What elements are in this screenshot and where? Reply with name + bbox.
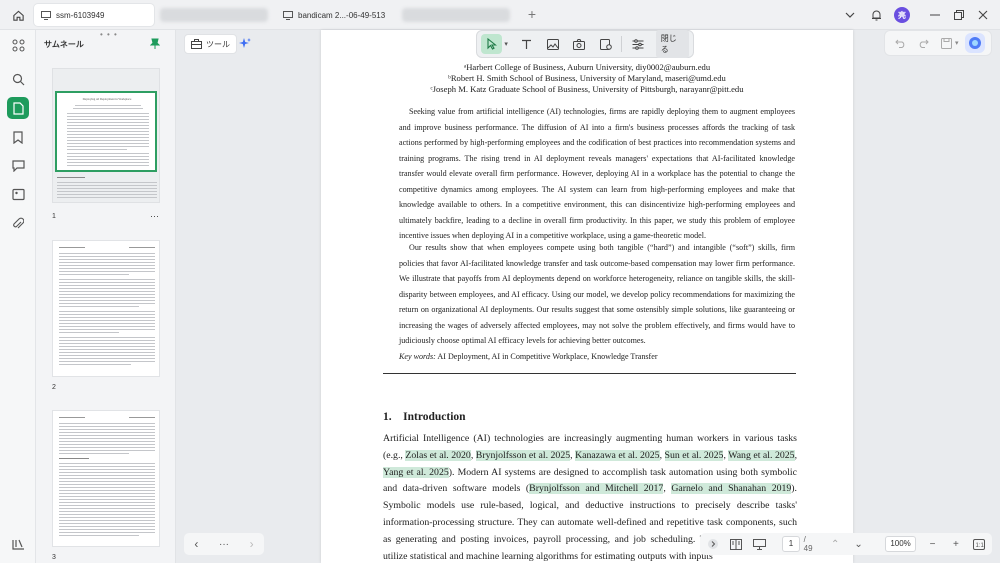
redacted-tab xyxy=(402,8,510,22)
zoom-level[interactable]: 100% xyxy=(885,536,916,552)
settings-sliders-icon[interactable] xyxy=(627,34,648,54)
thumbnail-page-3[interactable] xyxy=(52,410,160,547)
citation-link[interactable]: Yang et al. 2025 xyxy=(383,466,449,478)
new-tab-button[interactable]: + xyxy=(524,6,540,22)
minimize-icon[interactable] xyxy=(925,5,945,25)
save-icon[interactable] xyxy=(937,34,955,52)
citation-link[interactable]: Kanazawa et al. 2025 xyxy=(575,449,660,461)
annotation-toolbar: ▾ 閉じる xyxy=(476,30,694,58)
keywords: Key words: AI Deployment, AI in Competit… xyxy=(399,352,658,361)
thumbnail-page-2[interactable] xyxy=(52,240,160,377)
citation-link[interactable]: Sun et al. 2025 xyxy=(664,449,724,461)
chevron-down-icon[interactable]: ⌄ xyxy=(850,535,867,553)
play-icon[interactable] xyxy=(704,535,721,553)
bookmark-icon[interactable] xyxy=(7,126,29,148)
ai-sparkle-icon[interactable] xyxy=(235,34,255,54)
more-icon[interactable]: ··· xyxy=(219,539,229,550)
affiliation-line: ᵇRobert H. Smith School of Business, Uni… xyxy=(448,73,726,83)
document-page: ᵃHarbert College of Business, Auburn Uni… xyxy=(321,30,853,563)
intro-text: , xyxy=(659,449,665,461)
thumbnail-title: Deploying AI Deployment in Workplace xyxy=(82,97,132,101)
title-bar: ssm-6103949 bandicam 2...-06-49-513 + 亮 xyxy=(0,0,1000,30)
present-icon[interactable] xyxy=(751,535,768,553)
zoom-out-icon[interactable]: − xyxy=(924,535,941,553)
keywords-label: Key words: xyxy=(399,352,436,361)
text-tool-icon[interactable] xyxy=(516,34,537,54)
tab-label: bandicam 2...-06-49-513 xyxy=(298,10,386,20)
search-icon[interactable] xyxy=(7,68,29,90)
tab-document-1[interactable]: ssm-6103949 xyxy=(34,4,154,26)
affiliation-line: ᶜJoseph M. Katz Graduate School of Busin… xyxy=(430,84,744,94)
monitor-icon xyxy=(282,9,294,21)
thumbnail-page-1[interactable]: Deploying AI Deployment in Workplace xyxy=(52,68,160,203)
home-icon[interactable] xyxy=(8,5,28,25)
redacted-tab xyxy=(160,8,268,22)
page-indicator: 1 / 49 xyxy=(782,535,816,553)
chevron-down-icon[interactable] xyxy=(840,5,860,25)
zoom-in-icon[interactable]: + xyxy=(947,535,964,553)
actual-size-icon[interactable]: 1:1 xyxy=(971,535,988,553)
stamp-tool-icon[interactable] xyxy=(595,34,616,54)
undo-icon[interactable] xyxy=(891,34,909,52)
abstract-paragraph: Seeking value from artificial intelligen… xyxy=(399,107,795,240)
citation-link[interactable]: Garnelo and Shanahan 2019 xyxy=(671,483,792,495)
chevron-down-icon[interactable]: ▾ xyxy=(955,39,959,47)
restore-icon[interactable] xyxy=(949,5,969,25)
monitor-icon xyxy=(40,9,52,21)
tab-label: ssm-6103949 xyxy=(56,10,105,20)
tab-document-2[interactable]: bandicam 2...-06-49-513 xyxy=(276,4,396,26)
image-icon[interactable] xyxy=(7,183,29,205)
tools-label: ツール xyxy=(206,39,230,49)
panel-drag-handle[interactable]: • • • xyxy=(100,30,118,39)
svg-text:1:1: 1:1 xyxy=(976,543,985,549)
affiliation-line: ᵃHarbert College of Business, Auburn Uni… xyxy=(463,62,711,72)
intro-text: , xyxy=(794,449,798,461)
thumbnails-page-icon[interactable] xyxy=(7,97,29,119)
panel-title: サムネール xyxy=(44,40,84,49)
chevron-left-icon[interactable]: ‹ xyxy=(194,537,198,551)
citation-link[interactable]: Wang et al. 2025 xyxy=(728,449,795,461)
section-heading: 1. Introduction xyxy=(383,411,466,423)
chevron-down-icon[interactable]: ▾ xyxy=(504,40,508,48)
thumbnail-panel: • • • サムネール Deploying AI Deployment in W… xyxy=(36,30,176,563)
image-tool-icon[interactable] xyxy=(542,34,563,54)
status-bar: 1 / 49 ⌃ ⌄ 100% − + 1:1 xyxy=(700,533,992,555)
apps-grid-icon[interactable] xyxy=(7,34,29,56)
attachment-icon[interactable] xyxy=(7,212,29,234)
right-tool-group: ▾ xyxy=(884,30,992,56)
citation-link[interactable]: Zolas et al. 2020 xyxy=(405,449,471,461)
avatar[interactable]: 亮 xyxy=(894,7,910,23)
divider xyxy=(383,373,796,374)
close-icon[interactable] xyxy=(973,5,993,25)
citation-link[interactable]: Brynjolfsson and Mitchell 2017 xyxy=(529,483,664,495)
close-toolbar-button[interactable]: 閉じる xyxy=(655,30,690,58)
camera-tool-icon[interactable] xyxy=(569,34,590,54)
comment-icon[interactable] xyxy=(7,154,29,176)
tools-button[interactable]: ツール xyxy=(184,34,237,54)
page-nav-left: ‹ ··· › xyxy=(184,533,264,555)
abstract-paragraph: Our results show that when employees com… xyxy=(399,243,795,345)
redo-icon[interactable] xyxy=(914,34,932,52)
toolbox-icon xyxy=(191,39,202,49)
chevron-up-icon[interactable]: ⌃ xyxy=(826,535,843,553)
pin-icon[interactable] xyxy=(149,37,161,55)
select-cursor-icon[interactable] xyxy=(481,34,503,54)
library-icon[interactable] xyxy=(7,533,29,555)
page-total: / 49 xyxy=(803,535,813,553)
keywords-text: AI Deployment, AI in Competitive Workpla… xyxy=(437,352,658,361)
reading-mode-icon[interactable] xyxy=(727,535,744,553)
thumbnail-page-number: 3 xyxy=(52,554,56,561)
left-rail xyxy=(0,30,36,563)
citation-link[interactable]: Brynjolfsson et al. 2025 xyxy=(475,449,571,461)
ai-assistant-icon[interactable] xyxy=(965,33,985,53)
bell-icon[interactable] xyxy=(866,5,886,25)
chevron-right-icon[interactable]: › xyxy=(250,537,254,551)
thumbnail-more-icon[interactable]: ··· xyxy=(150,211,159,221)
divider xyxy=(621,36,623,52)
thumbnail-page-number: 2 xyxy=(52,384,56,391)
thumbnail-preview: Deploying AI Deployment in Workplace xyxy=(55,91,157,172)
thumbnail-page-number: 1 xyxy=(52,213,56,220)
page-number-input[interactable]: 1 xyxy=(782,536,800,552)
